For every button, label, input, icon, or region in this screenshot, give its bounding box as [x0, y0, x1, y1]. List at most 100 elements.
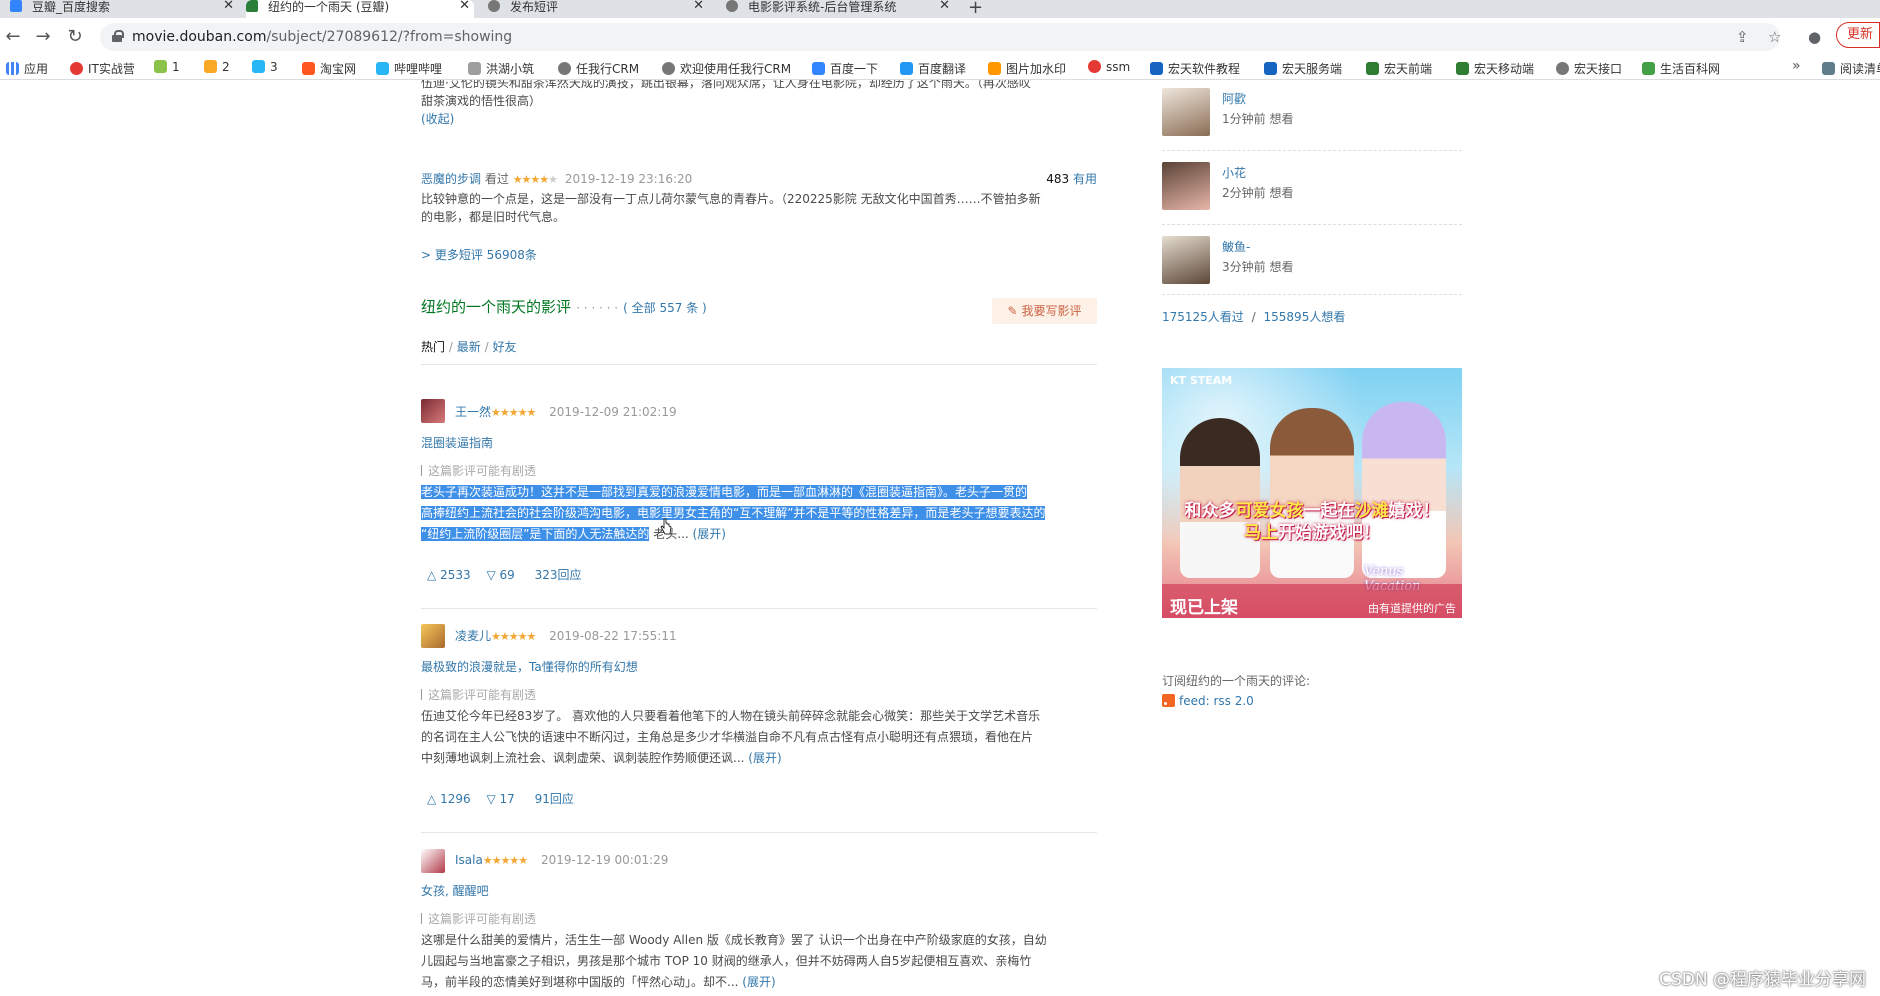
bookmark-baidu[interactable]: 百度一下 — [812, 60, 878, 77]
all-reviews-link[interactable]: ( 全部 557 条 ) — [623, 301, 707, 315]
bookmark-hongtian-server[interactable]: 宏天服务端 — [1264, 60, 1342, 77]
book-icon — [1642, 62, 1655, 75]
share-icon[interactable]: ⇪ — [1736, 28, 1749, 46]
collapse-link[interactable]: (收起) — [421, 110, 1101, 128]
hand-cursor-icon — [660, 518, 672, 535]
expand-link[interactable]: (展开) — [742, 975, 775, 989]
bookmark-1[interactable]: 1 — [154, 60, 180, 74]
update-button[interactable]: 更新 — [1836, 22, 1880, 48]
bookmark-favicon-icon — [252, 60, 265, 73]
back-arrow-icon[interactable]: ← — [2, 26, 24, 47]
address-bar[interactable]: movie.douban.com/subject/27089612/?from=… — [100, 23, 1780, 51]
avatar[interactable] — [421, 399, 445, 423]
rss-feed-link[interactable]: feed: rss 2.0 — [1162, 692, 1254, 710]
write-review-button[interactable]: ✎ 我要写影评 — [992, 298, 1097, 324]
bookmark-taobao[interactable]: 淘宝网 — [302, 60, 356, 77]
csdn-watermark: CSDN @程序猿毕业分享网 — [1659, 970, 1866, 990]
wishlist-user-name[interactable]: 阿歡 — [1222, 90, 1246, 107]
downvote-button[interactable]: ▽ 69 — [486, 568, 514, 582]
review-author[interactable]: Isala — [455, 853, 483, 867]
bookmark-reading-list[interactable]: 阅读清单 — [1822, 60, 1880, 77]
avatar[interactable] — [1162, 162, 1210, 210]
review-title-link[interactable]: 混圈装逼指南 — [421, 434, 493, 452]
review-time: 2019-08-22 17:55:11 — [549, 629, 677, 643]
more-comments-link[interactable]: > 更多短评 56908条 — [421, 246, 537, 264]
tab-admin-system[interactable]: 电影影评系统-后台管理系统 ✕ — [726, 0, 954, 18]
character-illustration — [1270, 408, 1354, 578]
bookmark-3[interactable]: 3 — [252, 60, 278, 74]
rating-stars: ★★★★★ — [482, 854, 528, 867]
advertisement-banner[interactable]: KT STEAM 和众多可爱女孩一起在沙滩嬉戏！ 马上开始游戏吧！ Venus … — [1162, 368, 1462, 618]
page-content: 伍迪·艾伦的镜头和甜茶浑然天成的演技，跳出银幕，落向观众席，让人身在电影院，却经… — [0, 80, 1880, 996]
profile-avatar-icon[interactable]: ● — [1808, 28, 1821, 46]
expand-link[interactable]: (展开) — [748, 751, 781, 765]
review-author[interactable]: 凌麦儿 — [455, 629, 491, 643]
globe-icon — [1556, 62, 1569, 75]
spoiler-warning: 这篇影评可能有剧透 — [421, 686, 536, 703]
bookmark-ssm[interactable]: ssm — [1088, 60, 1130, 74]
bookmark-honghu[interactable]: 洪湖小筑 — [468, 60, 534, 77]
wish-count-link[interactable]: 155895人想看 — [1264, 310, 1346, 324]
replies-link[interactable]: 323回应 — [535, 568, 582, 582]
bookmark-hongtian-frontend[interactable]: 宏天前端 — [1366, 60, 1432, 77]
bookmark-apps[interactable]: 应用 — [6, 60, 48, 77]
bookmark-hongtian-tutorial[interactable]: 宏天软件教程 — [1150, 60, 1240, 77]
bookmark-star-icon[interactable]: ☆ — [1768, 28, 1781, 46]
douban-icon — [246, 0, 258, 12]
character-illustration — [1180, 418, 1260, 578]
review-title-link[interactable]: 女孩, 醒醒吧 — [421, 882, 489, 900]
bookmark-2[interactable]: 2 — [204, 60, 230, 74]
hongtian-icon — [1150, 62, 1163, 75]
avatar[interactable] — [1162, 236, 1210, 284]
bookmark-watermark[interactable]: 图片加水印 — [988, 60, 1066, 77]
translate-icon — [900, 62, 913, 75]
upvote-button[interactable]: △ 1296 — [427, 792, 471, 806]
bookmark-crm[interactable]: 任我行CRM — [558, 60, 639, 77]
ad-release-label: 现已上架 — [1170, 598, 1238, 618]
bookmark-favicon-icon — [204, 60, 217, 73]
replies-link[interactable]: 91回应 — [535, 792, 574, 806]
avatar[interactable] — [421, 849, 445, 873]
close-tab-icon[interactable]: ✕ — [459, 0, 470, 12]
new-tab-button[interactable]: + — [968, 0, 983, 18]
filter-latest[interactable]: 最新 — [457, 340, 481, 354]
wishlist-user-status: 2分钟前 想看 — [1222, 186, 1294, 200]
filter-hot[interactable]: 热门 — [421, 340, 445, 354]
downvote-button[interactable]: ▽ 17 — [486, 792, 514, 806]
bookmark-welcome-crm[interactable]: 欢迎使用任我行CRM — [662, 60, 791, 77]
bookmark-life-wiki[interactable]: 生活百科网 — [1642, 60, 1720, 77]
bookmark-it[interactable]: IT实战营 — [70, 60, 135, 77]
comment-author[interactable]: 恶魔的步调 — [421, 172, 481, 186]
bookmarks-overflow-icon[interactable]: » — [1792, 58, 1801, 74]
close-tab-icon[interactable]: ✕ — [939, 0, 950, 12]
expand-link[interactable]: (展开) — [693, 527, 726, 541]
useful-vote[interactable]: 483 有用 — [1046, 170, 1097, 188]
filter-friends[interactable]: 好友 — [492, 340, 516, 354]
divider — [1162, 294, 1462, 295]
wishlist-user-name[interactable]: 小花 — [1222, 164, 1246, 181]
bookmark-favicon-icon — [154, 60, 167, 73]
review-meta: Isala★★★★★ 2019-12-19 00:01:29 — [455, 851, 668, 870]
bookmark-hongtian-mobile[interactable]: 宏天移动端 — [1456, 60, 1534, 77]
bookmark-hongtian-api[interactable]: 宏天接口 — [1556, 60, 1622, 77]
watched-count-link[interactable]: 175125人看过 — [1162, 310, 1244, 324]
review-meta: 王一然★★★★★ 2019-12-09 21:02:19 — [455, 403, 677, 422]
review-author[interactable]: 王一然 — [455, 405, 491, 419]
forward-arrow-icon[interactable]: → — [32, 26, 54, 47]
upvote-button[interactable]: △ 2533 — [427, 568, 471, 582]
tab-baidu-search[interactable]: 豆瓣_百度搜索 ✕ — [10, 0, 238, 18]
bookmark-baidu-translate[interactable]: 百度翻译 — [900, 60, 966, 77]
avatar[interactable] — [421, 624, 445, 648]
close-tab-icon[interactable]: ✕ — [693, 0, 704, 12]
tab-douban-movie[interactable]: 纽约的一个雨天 (豆瓣) ✕ — [246, 0, 474, 18]
selected-text: 高捧纽约上流社会的社会阶级鸿沟电影，电影里男女主角的“互不理解”并不是平等的性格… — [421, 506, 1046, 520]
avatar[interactable] — [1162, 88, 1210, 136]
close-tab-icon[interactable]: ✕ — [223, 0, 234, 12]
character-illustration — [1362, 402, 1446, 578]
divider — [421, 364, 1097, 365]
review-title-link[interactable]: 最极致的浪漫就是，Ta懂得你的所有幻想 — [421, 658, 638, 676]
wishlist-user-name[interactable]: 鲏鱼- — [1222, 238, 1250, 255]
reload-icon[interactable]: ↻ — [64, 26, 86, 47]
tab-publish-comment[interactable]: 发布短评 ✕ — [488, 0, 708, 18]
bookmark-bilibili[interactable]: 哔哩哔哩 — [376, 60, 442, 77]
